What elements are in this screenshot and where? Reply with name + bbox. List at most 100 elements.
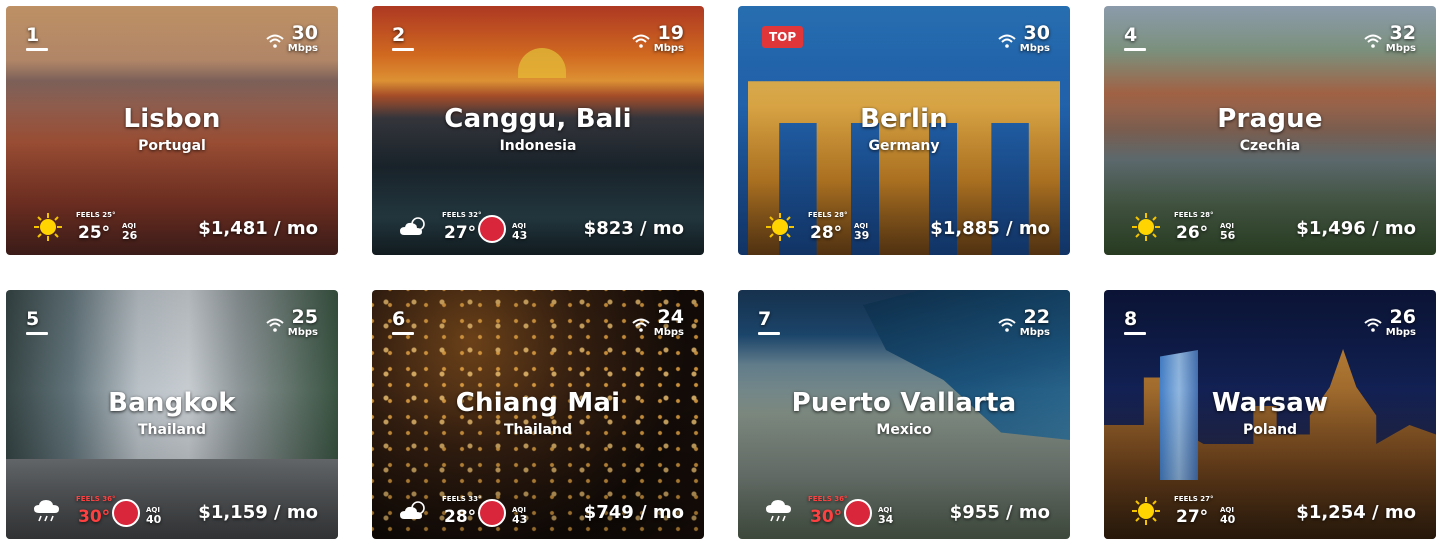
rain-cloud-icon [764,497,796,525]
aqi: AQI 56 [1220,222,1236,242]
monthly-cost: $1,885 / mo [930,218,1050,239]
rank-number: 1 [26,24,48,51]
wifi-icon [998,34,1016,48]
monthly-cost: $1,159 / mo [198,502,318,523]
city-card-berlin[interactable]: TOP 30 Mbps Berlin Germany FEELS 28° 28° … [738,6,1070,255]
temperature: 30° [78,507,111,527]
wifi-speed: 30 Mbps [266,24,318,55]
city-card-canggu-bali[interactable]: 2 19 Mbps Canggu, Bali Indonesia FEELS 32… [372,6,704,255]
cloud-sun-icon [398,497,430,525]
wifi-icon [998,318,1016,332]
wifi-icon [266,34,284,48]
city-name: Prague [1217,104,1323,134]
feels-like: FEELS 36° [76,495,116,503]
aqi: AQI 26 [122,222,138,242]
card-footer: FEELS 28° 26° AQI 56 $1,496 / mo [1114,209,1426,245]
wifi-speed: 22 Mbps [998,308,1050,339]
country-name: Poland [1242,422,1298,438]
card-footer: FEELS 32° 27° AQI 43 $823 / mo [382,209,694,245]
sun-icon [764,213,796,241]
city-card-warsaw[interactable]: 8 26 Mbps Warsaw Poland FEELS 27° 27° AQI… [1104,290,1436,539]
wifi-icon [1364,34,1382,48]
rank-number: 6 [392,308,414,335]
temperature: 26° [1176,223,1209,243]
feels-like: FEELS 27° [1174,495,1214,503]
sun-icon [32,213,64,241]
card-footer: FEELS 28° 28° AQI 39 $1,885 / mo [748,209,1060,245]
card-footer: FEELS 25° 25° AQI 26 $1,481 / mo [16,209,328,245]
feels-like: FEELS 28° [808,211,848,219]
feels-like: FEELS 36° [808,495,848,503]
card-footer: FEELS 36° 30° AQI 34 $955 / mo [748,493,1060,529]
wifi-icon [632,318,650,332]
country-name: Czechia [1239,138,1301,154]
rank-number: 5 [26,308,48,335]
wifi-speed: 24 Mbps [632,308,684,339]
cloud-sun-icon [398,213,430,241]
city-card-prague[interactable]: 4 32 Mbps Prague Czechia FEELS 28° 26° AQ… [1104,6,1436,255]
aqi: AQI 40 [146,506,162,526]
city-card-lisbon[interactable]: 1 30 Mbps Lisbon Portugal FEELS 25° 25° A… [6,6,338,255]
aqi: AQI 40 [1220,506,1236,526]
monthly-cost: $1,481 / mo [198,218,318,239]
feels-like: FEELS 25° [76,211,116,219]
temperature: 27° [1176,507,1209,527]
city-name: Lisbon [123,104,221,134]
card-footer: FEELS 27° 27° AQI 40 $1,254 / mo [1114,493,1426,529]
monthly-cost: $1,496 / mo [1296,218,1416,239]
rain-cloud-icon [32,497,64,525]
feels-like: FEELS 33° [442,495,482,503]
sun-icon [1130,213,1162,241]
card-footer: FEELS 36° 30° AQI 40 $1,159 / mo [16,493,328,529]
city-name: Warsaw [1211,388,1329,418]
rank-number: 2 [392,24,414,51]
top-badge: TOP [762,26,804,48]
aqi-face-icon [112,499,140,527]
wifi-speed: 30 Mbps [998,24,1050,55]
temperature: 30° [810,507,843,527]
temperature: 28° [444,507,477,527]
temperature: 28° [810,223,843,243]
wifi-icon [266,318,284,332]
aqi: AQI 43 [512,506,528,526]
card-footer: FEELS 33° 28° AQI 43 $749 / mo [382,493,694,529]
aqi-face-icon [478,499,506,527]
wifi-speed: 32 Mbps [1364,24,1416,55]
city-card-chiang-mai[interactable]: 6 24 Mbps Chiang Mai Thailand FEELS 33° 2… [372,290,704,539]
feels-like: FEELS 28° [1174,211,1214,219]
aqi-face-icon [478,215,506,243]
wifi-icon [632,34,650,48]
rank-number: 8 [1124,308,1146,335]
aqi: AQI 34 [878,506,894,526]
rank-number: 4 [1124,24,1146,51]
city-card-bangkok[interactable]: 5 25 Mbps Bangkok Thailand FEELS 36° 30° … [6,290,338,539]
city-grid: 1 30 Mbps Lisbon Portugal FEELS 25° 25° A… [6,6,1436,539]
monthly-cost: $749 / mo [583,502,684,523]
country-name: Mexico [876,422,932,438]
wifi-speed: 26 Mbps [1364,308,1416,339]
city-name: Bangkok [108,388,236,418]
aqi-face-icon [844,499,872,527]
rank-number: 7 [758,308,780,335]
city-name: Berlin [860,104,948,134]
city-name: Puerto Vallarta [791,388,1017,418]
country-name: Indonesia [499,138,577,154]
monthly-cost: $823 / mo [583,218,684,239]
aqi: AQI 43 [512,222,528,242]
wifi-icon [1364,318,1382,332]
feels-like: FEELS 32° [442,211,482,219]
aqi: AQI 39 [854,222,870,242]
country-name: Germany [868,138,940,154]
sun-icon [1130,497,1162,525]
city-card-puerto-vallarta[interactable]: 7 22 Mbps Puerto Vallarta Mexico FEELS 36… [738,290,1070,539]
country-name: Thailand [504,422,572,438]
monthly-cost: $1,254 / mo [1296,502,1416,523]
wifi-speed: 19 Mbps [632,24,684,55]
temperature: 25° [78,223,111,243]
country-name: Portugal [138,138,206,154]
country-name: Thailand [138,422,206,438]
wifi-speed: 25 Mbps [266,308,318,339]
city-name: Chiang Mai [455,388,621,418]
city-name: Canggu, Bali [444,104,632,134]
temperature: 27° [444,223,477,243]
